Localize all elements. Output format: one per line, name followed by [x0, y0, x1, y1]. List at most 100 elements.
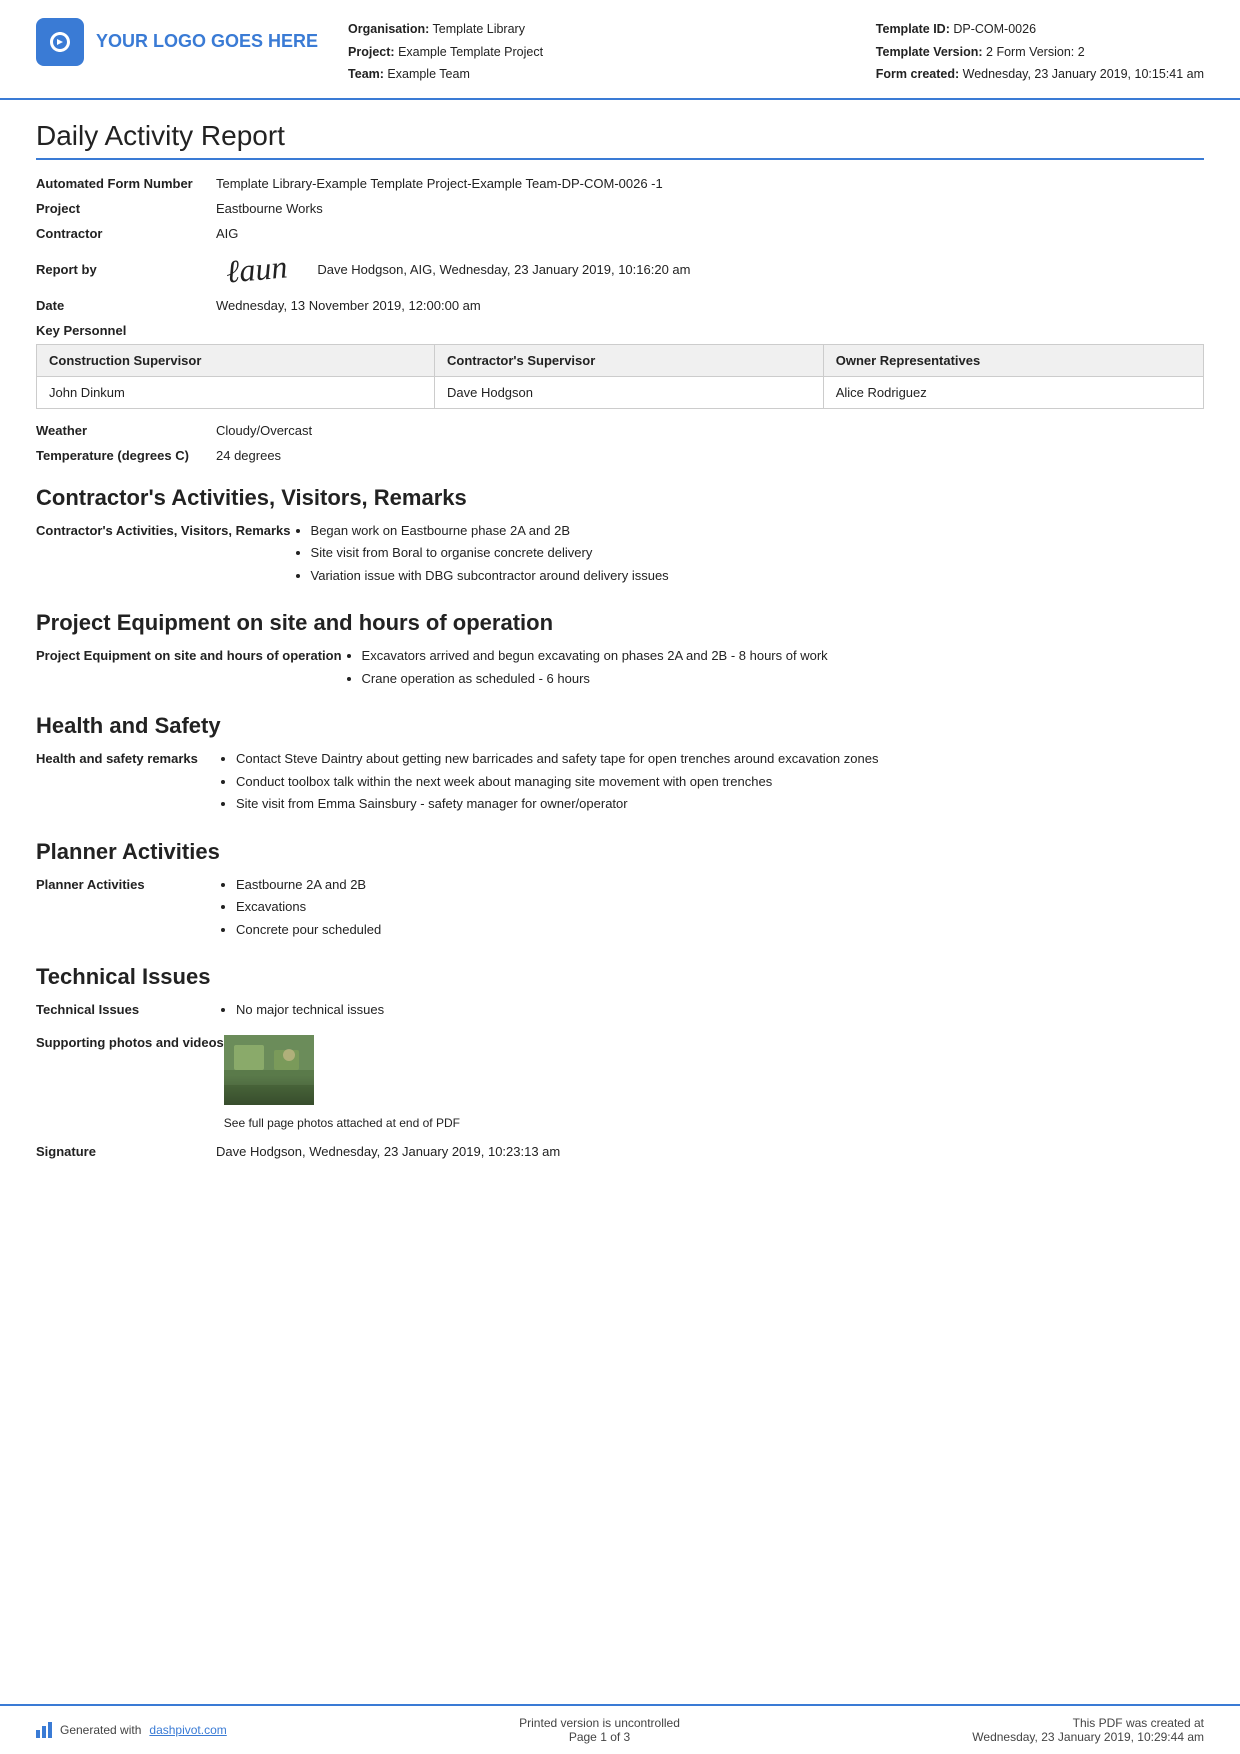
date-row: Date Wednesday, 13 November 2019, 12:00:…	[36, 298, 1204, 313]
form-created-label: Form created:	[876, 67, 959, 81]
signature-drawing: ℓaun	[225, 248, 289, 290]
logo-icon	[36, 18, 84, 66]
contractor-value: AIG	[216, 226, 238, 241]
form-number-label: Automated Form Number	[36, 176, 216, 191]
project-row: Project Eastbourne Works	[36, 201, 1204, 216]
technical-issues-list: No major technical issues	[216, 1000, 384, 1023]
team-label: Team:	[348, 67, 384, 81]
supporting-photos-row: Supporting photos and videos See full pa…	[36, 1035, 1204, 1130]
list-item: Site visit from Emma Sainsbury - safety …	[236, 794, 878, 814]
footer-center: Printed version is uncontrolled Page 1 o…	[519, 1716, 680, 1744]
list-item: Excavators arrived and begun excavating …	[362, 646, 828, 666]
personnel-cell-1: John Dinkum	[37, 376, 435, 408]
project-equipment-row: Project Equipment on site and hours of o…	[36, 646, 1204, 691]
personnel-col-2: Contractor's Supervisor	[434, 344, 823, 376]
header-meta-right: Template ID: DP-COM-0026 Template Versio…	[876, 18, 1204, 86]
page-footer: Generated with dashpivot.com Printed ver…	[0, 1704, 1240, 1754]
health-safety-heading: Health and Safety	[36, 713, 1204, 739]
footer-uncontrolled-text: Printed version is uncontrolled	[519, 1716, 680, 1730]
logo-area: YOUR LOGO GOES HERE	[36, 18, 318, 66]
project-value: Example Template Project	[398, 45, 543, 59]
list-item: Site visit from Boral to organise concre…	[311, 543, 669, 563]
list-item: Eastbourne 2A and 2B	[236, 875, 381, 895]
project-equipment-list: Excavators arrived and begun excavating …	[342, 646, 828, 691]
list-item: No major technical issues	[236, 1000, 384, 1020]
contractor-row: Contractor AIG	[36, 226, 1204, 241]
project-field-label: Project	[36, 201, 216, 216]
health-safety-label: Health and safety remarks	[36, 749, 216, 766]
team-value: Example Team	[387, 67, 469, 81]
project-equipment-heading: Project Equipment on site and hours of o…	[36, 610, 1204, 636]
contractors-activities-label: Contractor's Activities, Visitors, Remar…	[36, 521, 291, 538]
list-item: Conduct toolbox talk within the next wee…	[236, 772, 878, 792]
list-item: Excavations	[236, 897, 381, 917]
planner-activities-label: Planner Activities	[36, 875, 216, 892]
footer-bars-icon	[36, 1722, 52, 1738]
template-id-label: Template ID:	[876, 22, 950, 36]
supporting-photos-label: Supporting photos and videos	[36, 1035, 224, 1050]
project-label: Project:	[348, 45, 395, 59]
report-by-value: Dave Hodgson, AIG, Wednesday, 23 January…	[317, 262, 690, 277]
contractors-activities-heading: Contractor's Activities, Visitors, Remar…	[36, 485, 1204, 511]
project-equipment-label: Project Equipment on site and hours of o…	[36, 646, 342, 663]
personnel-cell-2: Dave Hodgson	[434, 376, 823, 408]
bar-2	[42, 1726, 46, 1738]
personnel-cell-3: Alice Rodriguez	[823, 376, 1203, 408]
page-header: YOUR LOGO GOES HERE Organisation: Templa…	[0, 0, 1240, 100]
personnel-table: Construction Supervisor Contractor's Sup…	[36, 344, 1204, 409]
weather-label: Weather	[36, 423, 216, 438]
header-meta-center: Organisation: Template Library Project: …	[348, 18, 876, 86]
planner-activities-row: Planner Activities Eastbourne 2A and 2B …	[36, 875, 1204, 943]
photo-thumbnail	[224, 1035, 314, 1105]
report-title: Daily Activity Report	[36, 120, 1204, 160]
footer-right: This PDF was created at Wednesday, 23 Ja…	[972, 1716, 1204, 1744]
logo-text: YOUR LOGO GOES HERE	[96, 31, 318, 53]
planner-activities-list: Eastbourne 2A and 2B Excavations Concret…	[216, 875, 381, 943]
template-version-label: Template Version:	[876, 45, 983, 59]
report-by-label: Report by	[36, 262, 216, 277]
contractors-activities-row: Contractor's Activities, Visitors, Remar…	[36, 521, 1204, 589]
form-number-row: Automated Form Number Template Library-E…	[36, 176, 1204, 191]
list-item: Contact Steve Daintry about getting new …	[236, 749, 878, 769]
report-by-row: Report by ℓaun Dave Hodgson, AIG, Wednes…	[36, 251, 1204, 288]
dashpivot-link[interactable]: dashpivot.com	[149, 1723, 226, 1737]
footer-left: Generated with dashpivot.com	[36, 1722, 227, 1738]
planner-activities-heading: Planner Activities	[36, 839, 1204, 865]
health-safety-list: Contact Steve Daintry about getting new …	[216, 749, 878, 817]
health-safety-row: Health and safety remarks Contact Steve …	[36, 749, 1204, 817]
final-signature-value: Dave Hodgson, Wednesday, 23 January 2019…	[216, 1144, 560, 1159]
report-by-area: ℓaun Dave Hodgson, AIG, Wednesday, 23 Ja…	[216, 251, 690, 288]
contractor-label: Contractor	[36, 226, 216, 241]
temperature-label: Temperature (degrees C)	[36, 448, 216, 463]
bar-1	[36, 1730, 40, 1738]
temperature-value: 24 degrees	[216, 448, 281, 463]
temperature-row: Temperature (degrees C) 24 degrees	[36, 448, 1204, 463]
list-item: Began work on Eastbourne phase 2A and 2B	[311, 521, 669, 541]
personnel-col-1: Construction Supervisor	[37, 344, 435, 376]
project-field-value: Eastbourne Works	[216, 201, 323, 216]
contractors-activities-list: Began work on Eastbourne phase 2A and 2B…	[291, 521, 669, 589]
footer-right-text: This PDF was created at	[972, 1716, 1204, 1730]
list-item: Variation issue with DBG subcontractor a…	[311, 566, 669, 586]
org-label: Organisation:	[348, 22, 429, 36]
list-item: Concrete pour scheduled	[236, 920, 381, 940]
weather-row: Weather Cloudy/Overcast	[36, 423, 1204, 438]
content-area: Daily Activity Report Automated Form Num…	[0, 100, 1240, 1705]
footer-logo	[36, 1722, 52, 1738]
supporting-photos-area: See full page photos attached at end of …	[224, 1035, 460, 1130]
bar-3	[48, 1722, 52, 1738]
template-id-value: DP-COM-0026	[953, 22, 1036, 36]
template-version-value: 2 Form Version: 2	[986, 45, 1085, 59]
date-label: Date	[36, 298, 216, 313]
date-value: Wednesday, 13 November 2019, 12:00:00 am	[216, 298, 481, 313]
form-created-value: Wednesday, 23 January 2019, 10:15:41 am	[963, 67, 1204, 81]
org-value: Template Library	[433, 22, 525, 36]
table-row: John Dinkum Dave Hodgson Alice Rodriguez	[37, 376, 1204, 408]
list-item: Crane operation as scheduled - 6 hours	[362, 669, 828, 689]
personnel-col-3: Owner Representatives	[823, 344, 1203, 376]
key-personnel-label: Key Personnel	[36, 323, 1204, 338]
technical-issues-label: Technical Issues	[36, 1000, 216, 1017]
technical-issues-row: Technical Issues No major technical issu…	[36, 1000, 1204, 1023]
final-signature-label: Signature	[36, 1144, 216, 1159]
form-number-value: Template Library-Example Template Projec…	[216, 176, 663, 191]
